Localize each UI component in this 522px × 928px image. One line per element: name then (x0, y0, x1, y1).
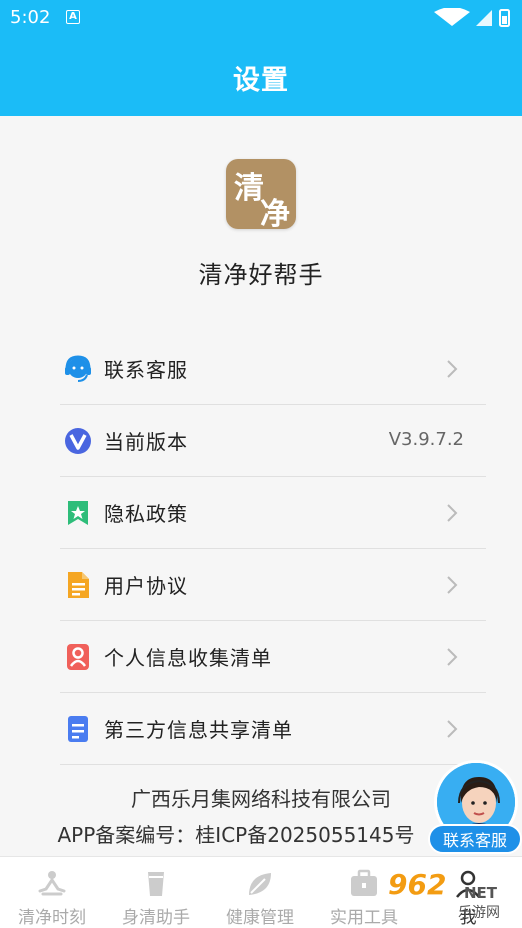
icp-record: APP备案编号：桂ICP备2025055145号 (57, 823, 415, 847)
headset-icon (65, 355, 91, 382)
app-logo: 清 净 (226, 159, 296, 232)
chevron-right-icon (447, 576, 458, 594)
status-time: 5:02 (10, 7, 51, 28)
wifi-icon (434, 8, 470, 26)
menu-label: 隐私政策 (104, 502, 188, 526)
tab-label: 清净时刻 (18, 908, 86, 928)
version-value: V3.9.7.2 (388, 429, 464, 450)
chevron-right-icon (447, 360, 458, 378)
signal-icon (476, 10, 492, 26)
cup-icon (148, 872, 164, 896)
person-card-icon (67, 644, 89, 670)
page-title: 设置 (233, 65, 289, 96)
menu-label: 个人信息收集清单 (104, 646, 272, 670)
chevron-right-icon (447, 720, 458, 738)
app-bar: 设置 (0, 36, 522, 116)
status-bar: 5:02 A (0, 0, 522, 36)
list-document-icon (68, 716, 88, 742)
status-icons (434, 8, 510, 27)
watermark-logo: 962 NET 乐游网 (388, 868, 522, 924)
toolbox-icon (351, 869, 377, 896)
watermark-net: NET (464, 884, 498, 902)
watermark-brand: 962 (388, 868, 447, 901)
menu-label: 用户协议 (104, 574, 188, 598)
tab-body-assistant[interactable]: 身清助手 (104, 857, 208, 928)
menu-item-user-agreement[interactable]: 用户协议 (60, 549, 486, 621)
app-name: 清净好帮手 (198, 261, 324, 289)
watermark-sub: 乐游网 (458, 905, 500, 921)
version-icon (65, 428, 91, 454)
menu-item-personal-info-list[interactable]: 个人信息收集清单 (60, 621, 486, 693)
notification-a-icon: A (66, 10, 80, 24)
logo-char-2: 净 (260, 197, 290, 232)
bookmark-star-icon (68, 501, 88, 525)
tab-qingjing-moment[interactable]: 清净时刻 (0, 857, 104, 928)
floating-contact-service-button[interactable]: 联系客服 (428, 760, 522, 860)
menu-item-contact-service[interactable]: 联系客服 (60, 333, 486, 405)
menu-label: 当前版本 (104, 430, 188, 454)
tab-label: 身清助手 (122, 908, 190, 928)
meditation-icon (38, 871, 66, 896)
chevron-right-icon (447, 504, 458, 522)
menu-label: 第三方信息共享清单 (104, 718, 293, 742)
menu-label: 联系客服 (104, 358, 188, 382)
floating-cs-label: 联系客服 (428, 824, 522, 854)
document-icon (68, 572, 89, 598)
menu-item-current-version[interactable]: 当前版本 V3.9.7.2 (60, 405, 486, 477)
menu-item-third-party-sharing-list[interactable]: 第三方信息共享清单 (60, 693, 486, 765)
menu-item-privacy-policy[interactable]: 隐私政策 (60, 477, 486, 549)
chevron-right-icon (447, 648, 458, 666)
leaf-icon (249, 873, 271, 895)
tab-health-management[interactable]: 健康管理 (208, 857, 312, 928)
tab-label: 健康管理 (226, 908, 294, 928)
